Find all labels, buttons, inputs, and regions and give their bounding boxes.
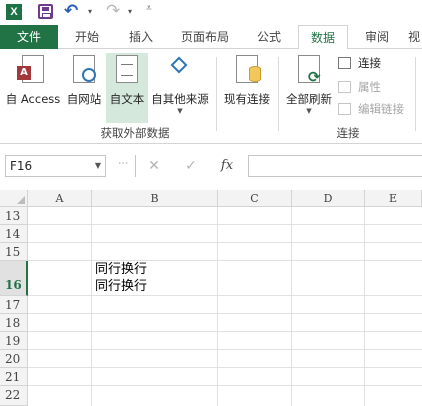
connections-icon xyxy=(338,57,351,69)
edit-links-icon xyxy=(338,103,351,115)
refresh-all-icon: ⟳ xyxy=(298,55,321,86)
formula-divider xyxy=(135,155,136,177)
from-other-sources-button[interactable]: 自其他来源 ▼ xyxy=(149,53,211,115)
connections-group-label: 连接 xyxy=(336,126,360,140)
gridline xyxy=(364,207,365,406)
redo-dropdown-icon[interactable]: ▾ xyxy=(128,7,132,16)
refresh-all-label: 全部刷新 xyxy=(286,92,332,106)
gridline xyxy=(28,385,422,386)
from-text-label: 自文本 xyxy=(109,92,145,106)
existing-connections-icon xyxy=(236,55,261,83)
cell-b16-line2[interactable]: 同行换行 xyxy=(95,278,147,295)
undo-dropdown-icon[interactable]: ▾ xyxy=(88,7,92,16)
quick-access-toolbar: X ↶ ▾ ↷ ▾ ⩡ xyxy=(0,0,422,25)
worksheet-grid[interactable]: A B C D E 13 14 15 16 17 18 19 20 21 22 … xyxy=(0,190,422,406)
properties-icon xyxy=(338,81,351,93)
column-header-b[interactable]: B xyxy=(92,190,218,207)
other-sources-icon xyxy=(169,55,191,83)
tab-home[interactable]: 开始 xyxy=(62,25,112,49)
column-header-d[interactable]: D xyxy=(292,190,365,207)
enter-icon[interactable]: ✓ xyxy=(178,155,204,177)
cancel-icon[interactable]: ✕ xyxy=(141,155,167,177)
tab-insert[interactable]: 插入 xyxy=(116,25,166,49)
ribbon-divider xyxy=(216,57,217,131)
formula-bar: F16 ▼ ⋮ ✕ ✓ fx xyxy=(0,144,422,190)
gridline xyxy=(28,295,422,296)
connections-label: 连接 xyxy=(358,56,381,70)
gridline xyxy=(28,313,422,314)
ribbon-tabs: 文件 开始 插入 页面布局 公式 数据 审阅 视 xyxy=(0,25,422,50)
row-header-18[interactable]: 18 xyxy=(0,314,28,332)
row-header-14[interactable]: 14 xyxy=(0,225,28,243)
tab-formulas[interactable]: 公式 xyxy=(246,25,292,49)
tab-view[interactable]: 视 xyxy=(404,25,422,49)
chevron-down-icon[interactable]: ▼ xyxy=(95,156,101,176)
column-header-a[interactable]: A xyxy=(28,190,92,207)
gridline xyxy=(217,207,218,406)
row-header-13[interactable]: 13 xyxy=(0,207,28,225)
from-web-button[interactable]: 自网站 xyxy=(64,53,104,115)
row-header-16[interactable]: 16 xyxy=(0,261,28,296)
from-access-button[interactable]: A 自 Access xyxy=(3,53,63,115)
tab-review[interactable]: 审阅 xyxy=(354,25,400,49)
row-header-22[interactable]: 22 xyxy=(0,386,28,406)
tab-file[interactable]: 文件 xyxy=(0,25,58,49)
excel-logo-icon: X xyxy=(6,4,22,20)
customize-qat-icon[interactable]: ⩡ xyxy=(146,3,152,14)
tab-page-layout[interactable]: 页面布局 xyxy=(172,25,238,49)
access-database-icon: A xyxy=(17,55,44,83)
from-text-button[interactable]: 自文本 xyxy=(106,53,148,123)
from-other-label: 自其他来源 xyxy=(151,92,209,106)
edit-links-label: 编辑链接 xyxy=(358,102,404,116)
gridline xyxy=(91,207,92,406)
get-external-data-group-label: 获取外部数据 xyxy=(100,126,170,140)
row-header-17[interactable]: 17 xyxy=(0,296,28,314)
gridline xyxy=(28,242,422,243)
from-web-label: 自网站 xyxy=(66,92,102,106)
gridline xyxy=(28,331,422,332)
row-header-15[interactable]: 15 xyxy=(0,243,28,261)
from-access-label: 自 Access xyxy=(5,92,61,106)
existing-connections-label: 现有连接 xyxy=(224,92,270,106)
tab-data[interactable]: 数据 xyxy=(298,25,348,50)
resize-handle-icon[interactable]: ⋮ xyxy=(117,158,128,167)
save-icon[interactable] xyxy=(38,4,53,19)
chevron-down-icon: ▼ xyxy=(177,107,183,115)
text-file-icon xyxy=(116,55,138,83)
gridline xyxy=(28,367,422,368)
column-header-e[interactable]: E xyxy=(365,190,422,207)
ribbon-divider xyxy=(278,57,279,131)
insert-function-icon[interactable]: fx xyxy=(214,155,240,177)
row-header-20[interactable]: 20 xyxy=(0,350,28,368)
cell-b16-line1[interactable]: 同行换行 xyxy=(95,261,147,278)
properties-label: 属性 xyxy=(358,80,381,94)
existing-connections-button[interactable]: 现有连接 xyxy=(221,53,273,115)
gridline xyxy=(291,207,292,406)
name-box[interactable]: F16 ▼ xyxy=(5,155,106,177)
select-all-button[interactable] xyxy=(0,190,28,207)
ribbon: A 自 Access 自网站 自文本 自其他来源 ▼ 获取外部数据 现有连接 ⟳… xyxy=(0,49,422,144)
row-header-19[interactable]: 19 xyxy=(0,332,28,350)
row-header-21[interactable]: 21 xyxy=(0,368,28,386)
redo-icon[interactable]: ↷ xyxy=(106,1,128,21)
gridline xyxy=(28,260,422,261)
refresh-all-button[interactable]: ⟳ 全部刷新 ▼ xyxy=(283,53,335,115)
undo-icon[interactable]: ↶ xyxy=(64,1,86,21)
gridline xyxy=(28,224,422,225)
gridline xyxy=(28,349,422,350)
web-page-icon xyxy=(73,55,96,83)
column-header-c[interactable]: C xyxy=(218,190,292,207)
formula-input[interactable] xyxy=(248,155,422,177)
name-box-value: F16 xyxy=(10,159,33,173)
ribbon-divider xyxy=(415,57,416,131)
chevron-down-icon: ▼ xyxy=(306,107,312,115)
